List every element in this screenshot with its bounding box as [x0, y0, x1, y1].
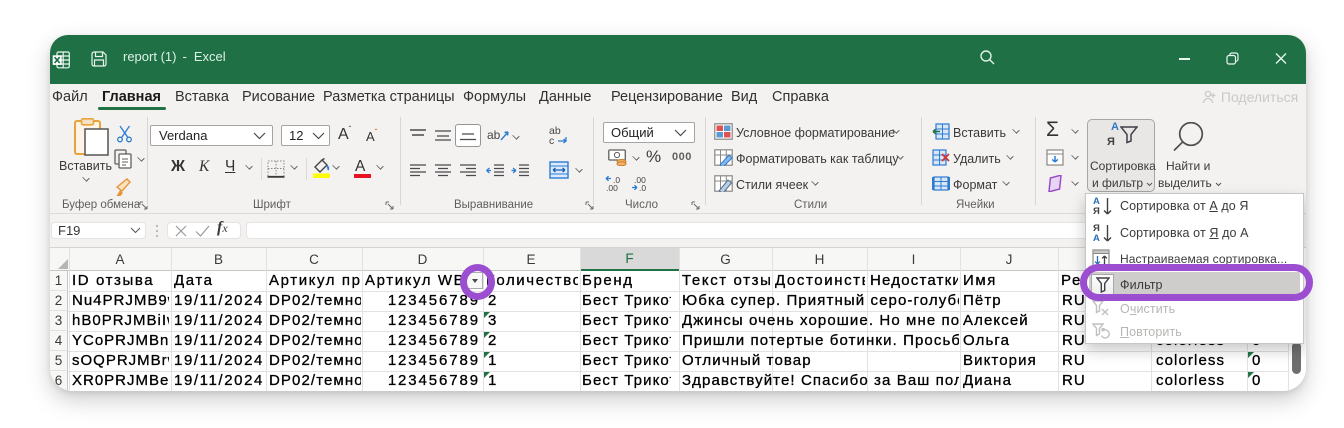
svg-text:.0: .0 [639, 183, 646, 192]
svg-text:ab: ab [487, 128, 501, 142]
svg-text:c: c [549, 135, 554, 147]
svg-text:.00: .00 [606, 183, 618, 192]
